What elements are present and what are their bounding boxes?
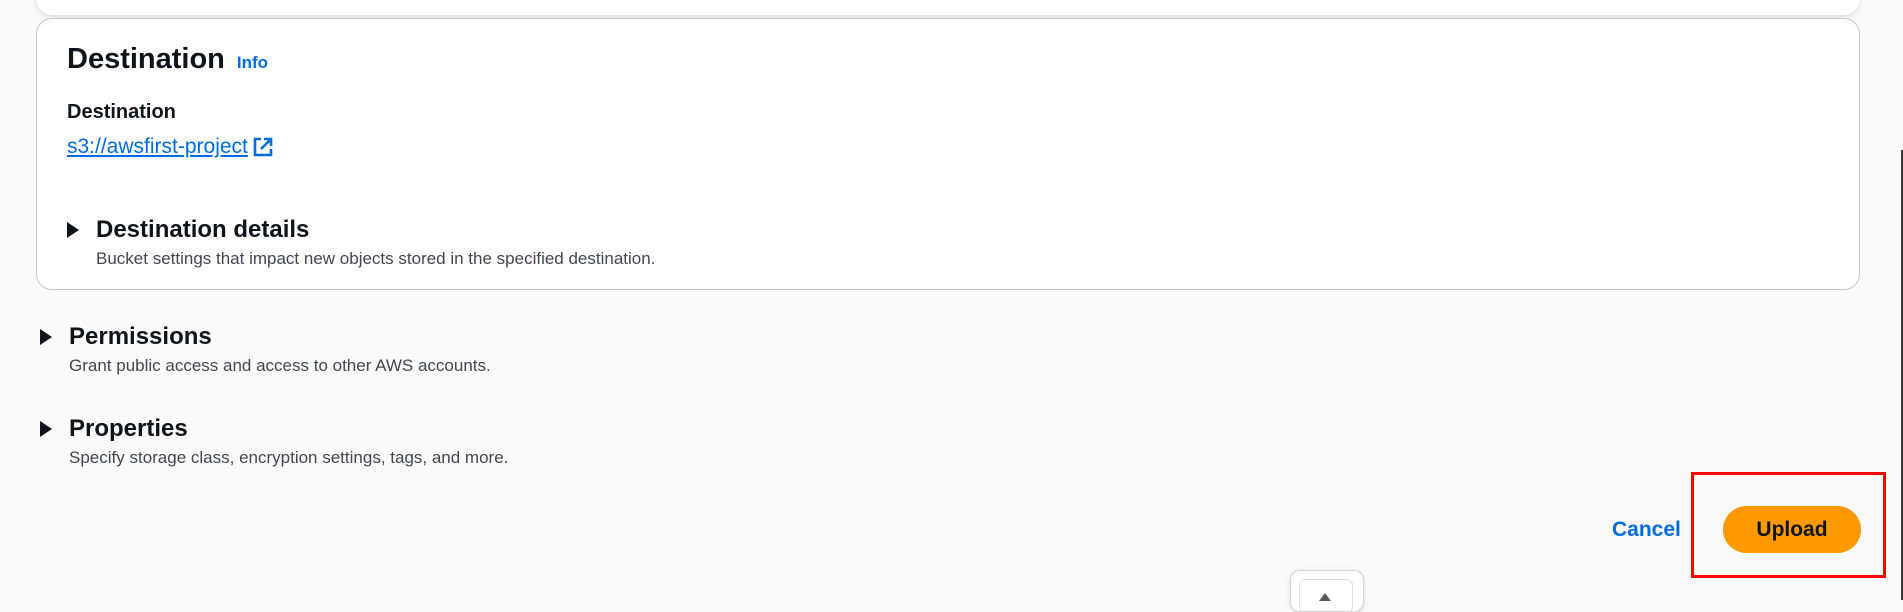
permissions-text: Permissions Grant public access and acce…: [69, 322, 491, 376]
destination-details-expander[interactable]: Destination details Bucket settings that…: [67, 215, 655, 269]
properties-title: Properties: [69, 415, 188, 442]
caret-right-icon: [40, 421, 52, 437]
upload-button[interactable]: Upload: [1723, 506, 1861, 553]
destination-card-header: Destination Info: [67, 43, 268, 76]
destination-card-title: Destination: [67, 43, 225, 75]
destination-details-text: Destination details Bucket settings that…: [96, 215, 655, 269]
caret-right-icon: [67, 222, 79, 238]
properties-expander[interactable]: Properties Specify storage class, encryp…: [40, 414, 508, 468]
previous-card-edge: [36, 0, 1860, 15]
properties-description: Specify storage class, encryption settin…: [69, 448, 509, 467]
info-link[interactable]: Info: [237, 53, 268, 73]
destination-details-description: Bucket settings that impact new objects …: [96, 249, 656, 268]
properties-text: Properties Specify storage class, encryp…: [69, 414, 508, 468]
permissions-expander[interactable]: Permissions Grant public access and acce…: [40, 322, 491, 376]
destination-bucket-link[interactable]: s3://awsfirst-project: [67, 135, 274, 159]
external-link-icon: [252, 136, 274, 158]
permissions-title: Permissions: [69, 323, 212, 350]
destination-details-title: Destination details: [96, 216, 310, 243]
destination-card: Destination Info Destination s3://awsfir…: [36, 18, 1860, 290]
destination-bucket-link-text: s3://awsfirst-project: [67, 135, 248, 158]
caret-right-icon: [40, 329, 52, 345]
destination-label: Destination: [67, 101, 176, 123]
permissions-description: Grant public access and access to other …: [69, 356, 491, 375]
cancel-button[interactable]: Cancel: [1612, 518, 1681, 542]
feedback-tab[interactable]: [1290, 570, 1364, 612]
